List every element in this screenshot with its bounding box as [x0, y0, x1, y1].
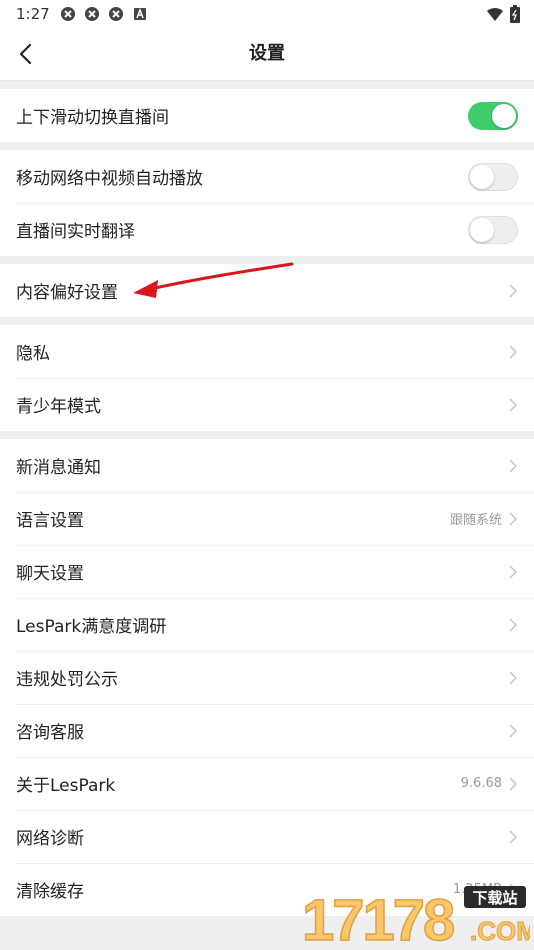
section-gap [0, 142, 534, 150]
toggle-knob [492, 103, 516, 128]
setting-row-swipe-switch-live[interactable]: 上下滑动切换直播间 [0, 89, 534, 142]
status-time: 1:27 [16, 5, 50, 23]
chevron-right-icon [509, 283, 518, 298]
chevron-right-icon [509, 511, 518, 526]
setting-row-mobile-autoplay[interactable]: 移动网络中视频自动播放 [0, 150, 534, 203]
settings-group-general: 新消息通知 语言设置 跟随系统 聊天设置 LesPark满意度调研 违规处罚公示… [0, 439, 534, 916]
setting-label: 网络诊断 [16, 829, 84, 849]
setting-value: 9.6.68 [460, 776, 502, 791]
text-notification-icon [133, 7, 146, 20]
setting-label: 隐私 [16, 344, 50, 364]
chevron-right-icon [509, 617, 518, 632]
setting-row-clear-cache[interactable]: 清除缓存 1.25MB [0, 863, 534, 916]
setting-label: 内容偏好设置 [16, 283, 118, 303]
section-gap [0, 317, 534, 325]
section-gap [0, 431, 534, 439]
chevron-right-icon [509, 397, 518, 412]
toggle-knob [470, 164, 494, 189]
settings-group-content: 内容偏好设置 [0, 264, 534, 317]
setting-row-chat[interactable]: 聊天设置 [0, 545, 534, 598]
mobile-autoplay-toggle[interactable] [468, 162, 518, 191]
live-translation-toggle[interactable] [468, 215, 518, 244]
setting-label: 清除缓存 [16, 882, 84, 902]
setting-row-language[interactable]: 语言设置 跟随系统 [0, 492, 534, 545]
settings-group-privacy: 隐私 青少年模式 [0, 325, 534, 431]
setting-value: 1.25MB [452, 882, 502, 897]
wifi-icon [487, 7, 503, 21]
status-bar: 1:27 [0, 0, 534, 28]
page-title: 设置 [249, 43, 285, 64]
setting-row-about[interactable]: 关于LesPark 9.6.68 [0, 757, 534, 810]
watermark-domain: .COM [470, 916, 530, 946]
setting-label: 新消息通知 [16, 458, 101, 478]
app-notification-icon [60, 7, 75, 21]
setting-row-new-message-notification[interactable]: 新消息通知 [0, 439, 534, 492]
setting-label: 直播间实时翻译 [16, 222, 135, 242]
setting-label: 上下滑动切换直播间 [16, 108, 169, 128]
section-gap [0, 81, 534, 89]
chevron-right-icon [509, 564, 518, 579]
settings-group-live: 上下滑动切换直播间 [0, 89, 534, 142]
section-gap [0, 256, 534, 264]
setting-row-teen-mode[interactable]: 青少年模式 [0, 378, 534, 431]
settings-group-video: 移动网络中视频自动播放 直播间实时翻译 [0, 150, 534, 256]
chevron-right-icon [509, 670, 518, 685]
app-notification-icon [108, 7, 123, 21]
battery-icon [510, 5, 520, 23]
chevron-right-icon [509, 882, 518, 897]
setting-label: 聊天设置 [16, 564, 84, 584]
setting-label: LesPark满意度调研 [16, 617, 167, 637]
setting-row-network-diagnosis[interactable]: 网络诊断 [0, 810, 534, 863]
setting-value: 跟随系统 [449, 513, 502, 528]
setting-row-live-translation[interactable]: 直播间实时翻译 [0, 203, 534, 256]
nav-bar: 设置 [0, 28, 534, 81]
setting-label: 关于LesPark [16, 776, 116, 796]
setting-label: 语言设置 [16, 511, 84, 531]
chevron-right-icon [509, 344, 518, 359]
toggle-knob [470, 217, 494, 242]
setting-label: 青少年模式 [16, 397, 101, 417]
setting-label: 咨询客服 [16, 723, 84, 743]
chevron-right-icon [509, 829, 518, 844]
setting-row-privacy[interactable]: 隐私 [0, 325, 534, 378]
setting-label: 违规处罚公示 [16, 670, 118, 690]
chevron-right-icon [509, 458, 518, 473]
setting-row-content-preferences[interactable]: 内容偏好设置 [0, 264, 534, 317]
app-notification-icon [84, 7, 99, 21]
setting-row-satisfaction-survey[interactable]: LesPark满意度调研 [0, 598, 534, 651]
chevron-right-icon [509, 776, 518, 791]
swipe-switch-toggle[interactable] [468, 101, 518, 130]
chevron-right-icon [509, 723, 518, 738]
setting-label: 移动网络中视频自动播放 [16, 169, 203, 189]
setting-row-customer-service[interactable]: 咨询客服 [0, 704, 534, 757]
setting-row-violation-notice[interactable]: 违规处罚公示 [0, 651, 534, 704]
